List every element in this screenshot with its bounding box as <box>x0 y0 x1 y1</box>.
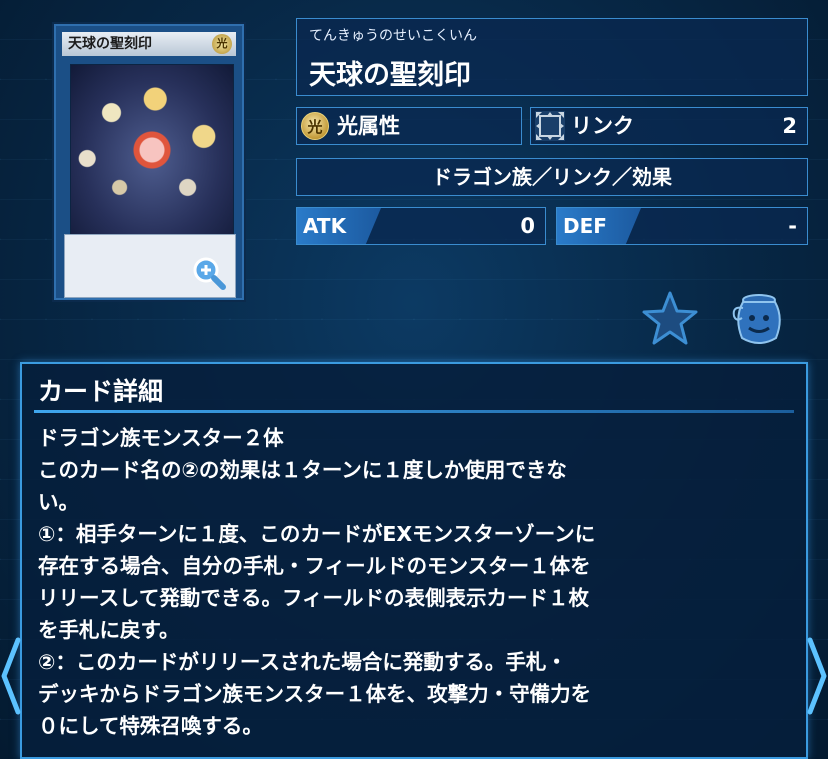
card-effect-text: ドラゴン族モンスター２体 このカード名の②の効果は１ターンに１度しか使用できな … <box>38 426 596 738</box>
card-art-text-box <box>64 234 236 298</box>
def-value: - <box>788 214 797 238</box>
detail-divider <box>34 410 794 413</box>
detail-title: カード詳細 <box>38 377 164 406</box>
card-image[interactable]: 天球の聖刻印 光 <box>52 22 246 302</box>
star-icon[interactable] <box>640 290 700 348</box>
link-arrows-icon <box>535 111 565 141</box>
atk-row: ATK 0 <box>296 207 546 245</box>
attribute-label: 光属性 <box>337 114 400 138</box>
card-art-attribute-icon: 光 <box>212 34 232 54</box>
atk-label: ATK <box>297 208 381 244</box>
card-artwork <box>70 64 234 236</box>
attribute-row: 光 光属性 <box>296 107 522 145</box>
zoom-in-icon[interactable] <box>191 255 227 291</box>
link-value: 2 <box>782 114 797 138</box>
def-label: DEF <box>557 208 641 244</box>
chevron-left-icon[interactable] <box>0 636 22 716</box>
card-name: 天球の聖刻印 <box>309 60 471 91</box>
link-label: リンク <box>571 114 634 138</box>
card-detail-panel: カード詳細 ドラゴン族モンスター２体 このカード名の②の効果は１ターンに１度しか… <box>20 362 808 759</box>
card-name-reading: てんきゅうのせいこくいん <box>309 28 477 44</box>
card-art-name: 天球の聖刻印 <box>62 32 236 56</box>
chevron-right-icon[interactable] <box>806 636 828 716</box>
card-name-box: てんきゅうのせいこくいん 天球の聖刻印 <box>296 18 808 96</box>
link-row: リンク 2 <box>530 107 808 145</box>
atk-value: 0 <box>520 214 535 238</box>
type-line: ドラゴン族／リンク／効果 <box>296 158 808 196</box>
def-row: DEF - <box>556 207 808 245</box>
light-attribute-icon: 光 <box>301 112 329 140</box>
pot-icon[interactable] <box>728 288 790 350</box>
